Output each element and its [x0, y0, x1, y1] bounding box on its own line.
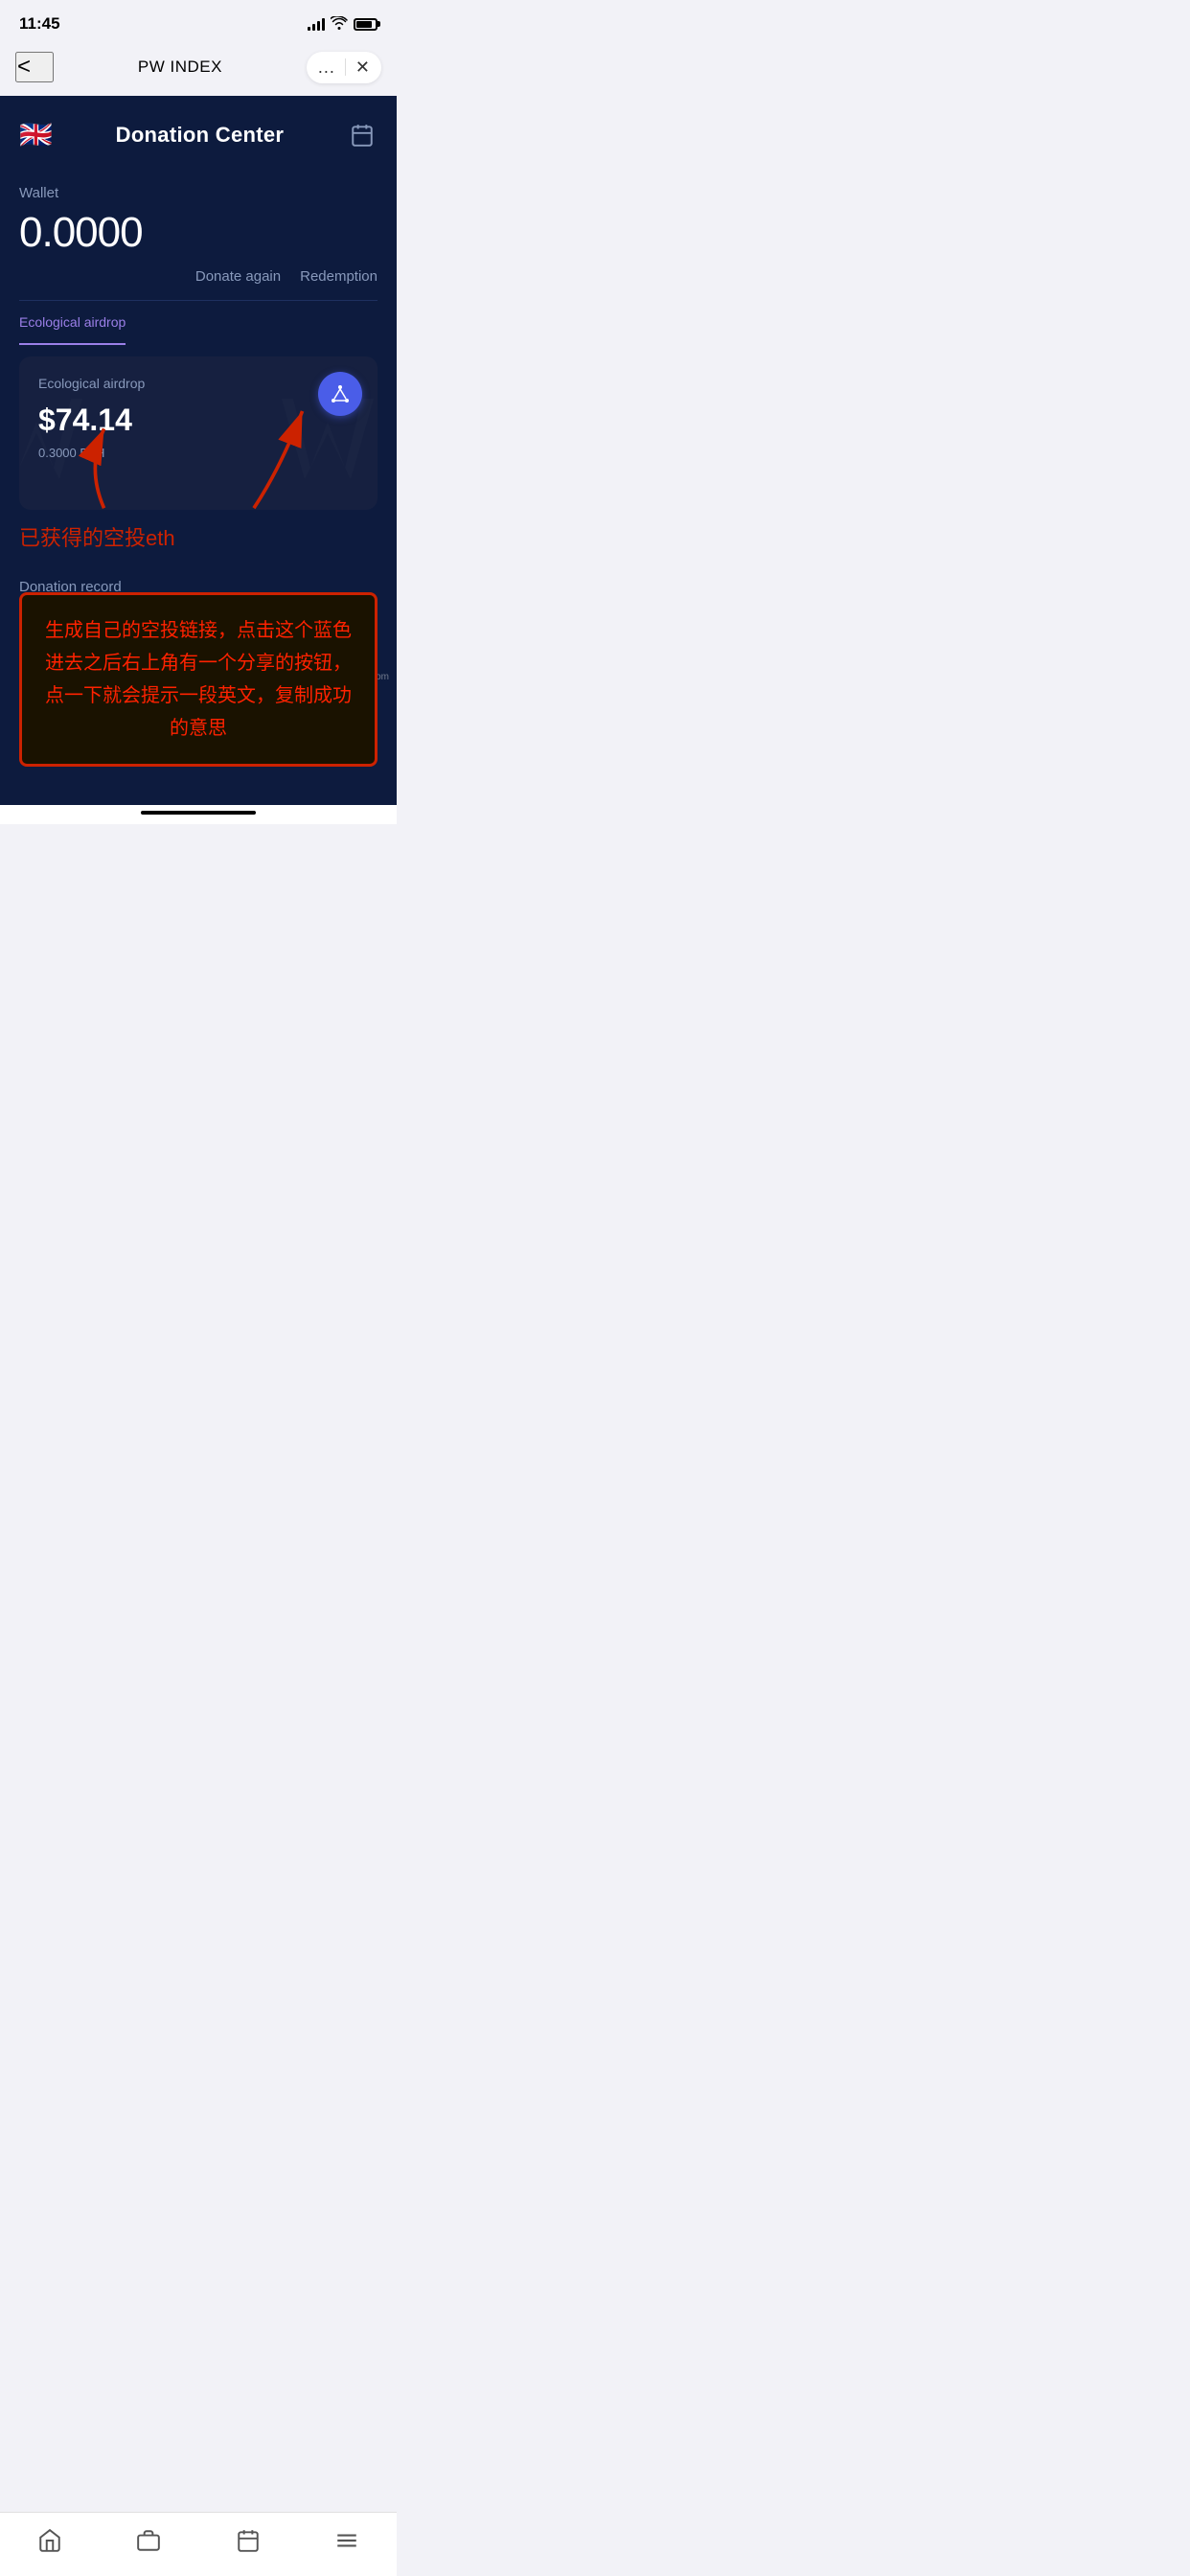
network-icon [329, 382, 352, 405]
wallet-actions: Donate again Redemption [19, 268, 378, 301]
flag-icon[interactable]: 🇬🇧 [19, 119, 53, 150]
back-button[interactable]: < [15, 52, 54, 82]
home-indicator [141, 811, 256, 815]
briefcase-icon [136, 2528, 161, 2553]
bottom-tab-bar [0, 2512, 397, 2576]
main-content: 🇬🇧 Donation Center Wallet 0.0000 Donate … [0, 96, 397, 805]
wallet-label: Wallet [19, 185, 378, 201]
tab-briefcase[interactable] [117, 2524, 180, 2557]
status-time: 11:45 [19, 14, 60, 34]
calendar-icon[interactable] [347, 120, 378, 150]
close-button[interactable]: ✕ [355, 58, 370, 78]
bg-logo-left [19, 376, 105, 491]
status-bar: 11:45 [0, 0, 397, 42]
wallet-amount: 0.0000 [19, 209, 378, 257]
battery-icon [354, 18, 378, 31]
instruction-text: 生成自己的空投链接，点击这个蓝色 进去之后右上角有一个分享的按钮，点一下就会提示… [37, 614, 359, 745]
tab-menu[interactable] [315, 2524, 378, 2557]
wallet-section: Wallet 0.0000 Donate again Redemption [0, 170, 397, 301]
tab-section: Ecological airdrop [0, 301, 397, 345]
tab-ecological-airdrop[interactable]: Ecological airdrop [19, 301, 126, 345]
more-button[interactable]: ... [318, 58, 335, 78]
wifi-icon [331, 16, 348, 33]
airdrop-label-cn-container: 已获得的空投eth [0, 521, 397, 560]
home-icon [37, 2528, 62, 2553]
airdrop-card: Ecological airdrop $74.14 0.3000 ETH [19, 356, 378, 510]
airdrop-share-button[interactable] [318, 372, 362, 416]
page-title: Donation Center [116, 123, 285, 148]
signal-icon [308, 17, 325, 31]
nav-divider [345, 58, 346, 76]
home-indicator-area [0, 805, 397, 824]
status-icons [308, 16, 378, 33]
tab-home[interactable] [18, 2524, 81, 2557]
instruction-box: 生成自己的空投链接，点击这个蓝色 进去之后右上角有一个分享的按钮，点一下就会提示… [19, 592, 378, 767]
nav-actions: ... ✕ [307, 52, 381, 83]
nav-bar: < PW INDEX ... ✕ [0, 42, 397, 96]
donate-again-button[interactable]: Donate again [195, 268, 281, 285]
menu-icon [334, 2528, 359, 2553]
tab-calendar[interactable] [217, 2524, 280, 2557]
airdrop-card-container: Ecological airdrop $74.14 0.3000 ETH [0, 345, 397, 521]
donation-header: 🇬🇧 Donation Center [0, 96, 397, 170]
airdrop-label-cn: 已获得的空投eth [19, 526, 175, 550]
redemption-button[interactable]: Redemption [300, 268, 378, 285]
nav-title: PW INDEX [138, 58, 222, 77]
calendar-tab-icon [236, 2528, 261, 2553]
